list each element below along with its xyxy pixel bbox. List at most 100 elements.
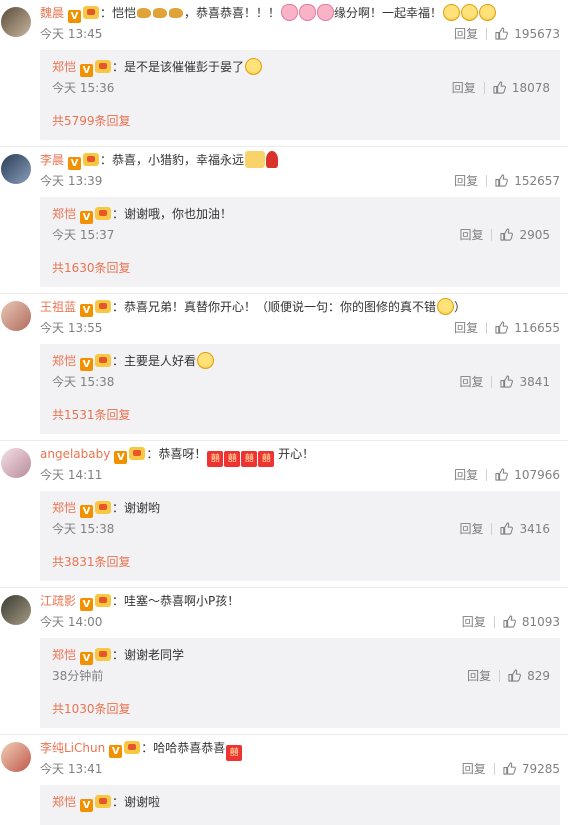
pig-emoji-icon bbox=[317, 4, 335, 21]
comment-line: angelababy V ：恭喜呀！囍囍囍囍 开心！ bbox=[40, 445, 314, 467]
reply-line: 郑恺 V ：谢谢哦，你也加油！ bbox=[52, 205, 232, 224]
avatar[interactable] bbox=[1, 301, 31, 331]
cheers-emoji-icon bbox=[245, 151, 266, 168]
verified-v-icon: V bbox=[80, 211, 94, 224]
username[interactable]: 李晨 bbox=[40, 153, 64, 167]
more-replies-link[interactable]: 共1030条回复 bbox=[52, 701, 131, 717]
thumbs-up-icon[interactable] bbox=[500, 522, 513, 535]
thumbs-up-icon[interactable] bbox=[503, 762, 516, 775]
reply-button[interactable]: 回复 bbox=[454, 468, 478, 482]
like-count: 81093 bbox=[521, 615, 560, 629]
reply-username[interactable]: 郑恺 bbox=[52, 501, 76, 515]
comment-time: 今天 13:41 bbox=[40, 762, 103, 776]
reply-button[interactable]: 回复 bbox=[459, 228, 483, 242]
divider bbox=[486, 469, 488, 481]
comment-time: 今天 13:39 bbox=[40, 174, 103, 188]
reply-button[interactable]: 回复 bbox=[459, 375, 483, 389]
reply-text: ：谢谢啦 bbox=[112, 795, 161, 809]
member-crown-icon bbox=[83, 153, 100, 166]
comment-text: ） bbox=[454, 300, 467, 314]
thumbs-up-icon[interactable] bbox=[500, 228, 513, 241]
more-replies-link[interactable]: 共1630条回复 bbox=[52, 260, 131, 276]
member-crown-icon bbox=[95, 300, 112, 313]
username[interactable]: 魏晨 bbox=[40, 6, 64, 20]
comment-actions: 回复 79285 bbox=[462, 761, 560, 777]
reply-button[interactable]: 回复 bbox=[454, 27, 478, 41]
thumbs-up-icon[interactable] bbox=[508, 669, 521, 682]
avatar[interactable] bbox=[1, 154, 31, 184]
reply-line: 郑恺 V ：谢谢啦 bbox=[52, 793, 161, 812]
comment-actions: 回复 195673 bbox=[454, 26, 560, 42]
member-crown-icon bbox=[83, 6, 100, 19]
double-happiness-icon: 囍 bbox=[241, 451, 258, 467]
divider bbox=[486, 175, 488, 187]
avatar[interactable] bbox=[1, 595, 31, 625]
thumbs-up-icon[interactable] bbox=[495, 27, 508, 40]
username[interactable]: 江疏影 bbox=[40, 594, 76, 608]
username[interactable]: angelababy bbox=[40, 447, 110, 461]
like-count: 195673 bbox=[514, 27, 560, 41]
leopard-emoji-icon bbox=[153, 8, 168, 18]
member-crown-icon bbox=[95, 594, 112, 607]
comment-text: ：哈哈恭喜恭喜 bbox=[141, 741, 226, 755]
reply-username[interactable]: 郑恺 bbox=[52, 60, 76, 74]
reply-username[interactable]: 郑恺 bbox=[52, 648, 76, 662]
thumbs-up-icon[interactable] bbox=[503, 615, 516, 628]
reply-text: ：谢谢老同学 bbox=[112, 648, 185, 662]
smile-emoji-icon bbox=[461, 4, 479, 21]
comment-line: 魏晨 V ：恺恺 ，恭喜恭喜！！！ 缘分啊！一起幸福！ bbox=[40, 4, 497, 23]
reply-actions: 回复 2905 bbox=[459, 227, 550, 243]
reply-button[interactable]: 回复 bbox=[459, 522, 483, 536]
like-count: 829 bbox=[527, 669, 550, 683]
username[interactable]: 李纯LiChun bbox=[40, 741, 105, 755]
comment-time: 今天 13:45 bbox=[40, 27, 103, 41]
more-replies-link[interactable]: 共3831条回复 bbox=[52, 554, 131, 570]
comment-line: 李纯LiChun V ：哈哈恭喜恭喜囍 bbox=[40, 739, 243, 761]
comment-actions: 回复 116655 bbox=[454, 320, 560, 336]
leopard-emoji-icon bbox=[169, 8, 184, 18]
reply-button[interactable]: 回复 bbox=[462, 762, 486, 776]
verified-v-icon: V bbox=[80, 505, 94, 518]
verified-v-icon: V bbox=[80, 358, 94, 371]
reply-button[interactable]: 回复 bbox=[454, 321, 478, 335]
reply-actions: 回复 3416 bbox=[459, 521, 550, 537]
reply-button[interactable]: 回复 bbox=[462, 615, 486, 629]
reply-time: 今天 15:36 bbox=[52, 81, 115, 95]
reply-actions: 回复 829 bbox=[467, 668, 550, 684]
reply-username[interactable]: 郑恺 bbox=[52, 795, 76, 809]
reply-button[interactable]: 回复 bbox=[454, 174, 478, 188]
more-replies-link[interactable]: 共1531条回复 bbox=[52, 407, 131, 423]
reply-text: ：谢谢哟 bbox=[112, 501, 161, 515]
thumbs-up-icon[interactable] bbox=[500, 375, 513, 388]
avatar[interactable] bbox=[1, 7, 31, 37]
divider bbox=[486, 28, 488, 40]
divider bbox=[0, 146, 568, 147]
divider bbox=[486, 322, 488, 334]
reply-username[interactable]: 郑恺 bbox=[52, 354, 76, 368]
reply-line: 郑恺 V ：主要是人好看 bbox=[52, 352, 215, 371]
more-replies-link[interactable]: 共5799条回复 bbox=[52, 113, 131, 129]
like-count: 107966 bbox=[514, 468, 560, 482]
like-count: 152657 bbox=[514, 174, 560, 188]
thumbs-up-icon[interactable] bbox=[495, 321, 508, 334]
reply-button[interactable]: 回复 bbox=[467, 669, 491, 683]
comment-text: ：恭喜兄弟！真替你开心！（顺便说一句：你的图修的真不错 bbox=[112, 300, 437, 314]
avatar[interactable] bbox=[1, 742, 31, 772]
reply-box: 郑恺 V ：是不是该催催彭于晏了 今天 15:36 回复 18078 共5799条回复 bbox=[40, 50, 560, 140]
member-crown-icon bbox=[95, 354, 112, 367]
divider bbox=[0, 440, 568, 441]
comment-text: ，恭喜恭喜！！！ bbox=[184, 6, 281, 20]
member-crown-icon bbox=[95, 207, 112, 220]
reply-username[interactable]: 郑恺 bbox=[52, 207, 76, 221]
avatar[interactable] bbox=[1, 448, 31, 478]
smile-emoji-icon bbox=[479, 4, 497, 21]
reply-button[interactable]: 回复 bbox=[452, 81, 476, 95]
divider bbox=[0, 734, 568, 735]
thumbs-up-icon[interactable] bbox=[493, 81, 506, 94]
thumbs-up-icon[interactable] bbox=[495, 174, 508, 187]
reply-line: 郑恺 V ：谢谢老同学 bbox=[52, 646, 185, 665]
thumbs-up-icon[interactable] bbox=[495, 468, 508, 481]
reply-box: 郑恺 V ：谢谢哦，你也加油！ 今天 15:37 回复 2905 共1630条回复 bbox=[40, 197, 560, 287]
username[interactable]: 王祖蓝 bbox=[40, 300, 76, 314]
like-count: 18078 bbox=[511, 81, 550, 95]
